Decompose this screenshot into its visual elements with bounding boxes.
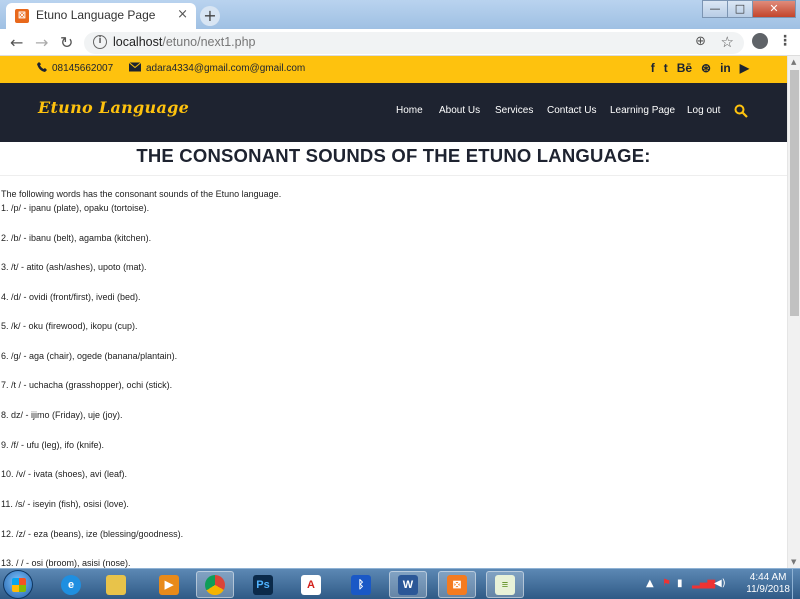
scroll-up-icon[interactable]: ▲	[791, 58, 796, 66]
list-item: 7. /t / - uchacha (grasshopper), ochi (s…	[1, 380, 173, 390]
acrobat-icon[interactable]: A	[292, 571, 330, 598]
nav-learning-page[interactable]: Learning Page	[610, 105, 675, 116]
new-tab-button[interactable]: +	[200, 6, 220, 26]
list-item: 10. /v/ - ivata (shoes), avi (leaf).	[1, 469, 128, 479]
internet-explorer-icon[interactable]: e	[52, 571, 90, 598]
main-navbar: Etuno Language Home About Us Services Co…	[0, 83, 787, 142]
power-icon[interactable]: ▮	[677, 578, 683, 589]
contact-topbar: 08145662007 adara4334@gmail.com@gmail.co…	[0, 56, 787, 83]
nav-home[interactable]: Home	[396, 105, 423, 116]
envelope-icon	[129, 62, 141, 72]
page-scrollbar[interactable]: ▲ ▼	[787, 56, 800, 568]
address-bar[interactable]: i localhost/etuno/next1.php ⊕ ☆	[84, 32, 744, 54]
scroll-down-icon[interactable]: ▼	[791, 558, 796, 566]
window-close-button[interactable]: ✕	[752, 0, 796, 18]
browser-toolbar: ← → ↻ i localhost/etuno/next1.php ⊕ ☆ ⋮	[0, 29, 800, 56]
search-icon[interactable]	[734, 104, 748, 118]
windows-logo-icon	[12, 578, 26, 592]
youtube-icon[interactable]: ▶	[740, 61, 749, 75]
list-item: 6. /g/ - aga (chair), ogede (banana/plan…	[1, 351, 178, 361]
list-item: 13. / / - osi (broom), asisi (nose).	[1, 558, 131, 568]
tray-expand-icon[interactable]: ▲	[646, 578, 654, 589]
url-host: localhost	[113, 35, 163, 49]
system-clock[interactable]: 4:44 AM 11/9/2018	[746, 572, 790, 596]
tab-close-icon[interactable]: ×	[177, 7, 188, 22]
page-viewport: 08145662007 adara4334@gmail.com@gmail.co…	[0, 56, 787, 568]
site-info-icon[interactable]: i	[93, 35, 107, 49]
dribbble-icon[interactable]: ⊛	[701, 61, 711, 75]
social-links: f t Bē ⊛ in ▶	[651, 61, 749, 75]
start-button[interactable]	[3, 570, 33, 599]
system-tray: ▲ ⚑ ▮ ▂▄▆ ◀) 4:44 AM 11/9/2018	[640, 569, 800, 599]
browser-tab-strip: ⊠ Etuno Language Page × + — □ ✕	[0, 0, 800, 29]
windows-taskbar: e ▶ Ps A ᛒ W ⊠ ≡ ▲ ⚑ ▮ ▂▄▆ ◀) 4:44 AM 11…	[0, 568, 800, 599]
list-item: 1. /p/ - ipanu (plate), opaku (tortoise)…	[1, 203, 150, 213]
media-player-icon[interactable]: ▶	[150, 571, 188, 598]
list-item: 12. /z/ - eza (beans), ize (blessing/goo…	[1, 529, 184, 539]
photoshop-icon[interactable]: Ps	[244, 571, 282, 598]
list-item: 8. dz/ - ijimo (Friday), uje (joy).	[1, 410, 123, 420]
window-controls: — □ ✕	[702, 0, 796, 18]
scrollbar-thumb[interactable]	[790, 70, 799, 316]
forward-arrow-icon[interactable]: →	[35, 33, 48, 52]
intro-text: The following words has the consonant so…	[1, 189, 282, 199]
email-address: adara4334@gmail.com@gmail.com	[146, 63, 306, 74]
bluetooth-icon[interactable]: ᛒ	[342, 571, 380, 598]
bookmark-star-icon[interactable]: ☆	[721, 33, 734, 51]
phone-contact: 08145662007	[37, 62, 113, 74]
minimize-button[interactable]: —	[702, 0, 728, 18]
account-avatar-icon[interactable]	[752, 33, 768, 49]
xampp-icon[interactable]: ⊠	[438, 571, 476, 598]
volume-icon[interactable]: ◀)	[714, 578, 726, 589]
brand-logo[interactable]: Etuno Language	[38, 98, 189, 117]
list-item: 2. /b/ - ibanu (belt), agamba (kitchen).	[1, 233, 152, 243]
phone-number: 08145662007	[52, 63, 114, 74]
show-desktop-button[interactable]	[792, 569, 800, 599]
list-item: 11. /s/ - iseyin (fish), osisi (love).	[1, 499, 129, 509]
page-title: THE CONSONANT SOUNDS OF THE ETUNO LANGUA…	[136, 145, 651, 166]
nav-contact-us[interactable]: Contact Us	[547, 105, 596, 116]
list-item: 9. /f/ - ufu (leg), ifo (knife).	[1, 440, 105, 450]
chrome-icon[interactable]	[196, 571, 234, 598]
nav-services[interactable]: Services	[495, 105, 533, 116]
url-path: /etuno/next1.php	[162, 35, 256, 49]
url-text[interactable]: localhost/etuno/next1.php	[113, 35, 255, 49]
clock-time: 4:44 AM	[749, 572, 787, 583]
file-explorer-icon[interactable]	[97, 571, 135, 598]
xampp-favicon-icon: ⊠	[15, 9, 29, 23]
divider	[0, 175, 787, 176]
network-icon[interactable]: ▂▄▆	[692, 578, 715, 589]
email-contact: adara4334@gmail.com@gmail.com	[129, 62, 305, 74]
list-item: 4. /d/ - ovidi (front/first), ivedi (bed…	[1, 292, 141, 302]
browser-tab[interactable]: ⊠ Etuno Language Page ×	[6, 3, 196, 29]
linkedin-icon[interactable]: in	[720, 61, 731, 75]
list-item: 5. /k/ - oku (firewood), ikopu (cup).	[1, 321, 138, 331]
word-icon[interactable]: W	[389, 571, 427, 598]
zoom-icon[interactable]: ⊕	[695, 34, 706, 49]
reload-icon[interactable]: ↻	[60, 33, 73, 52]
maximize-button[interactable]: □	[727, 0, 753, 18]
facebook-icon[interactable]: f	[651, 61, 655, 75]
tab-title: Etuno Language Page	[36, 8, 156, 22]
nav-about-us[interactable]: About Us	[439, 105, 480, 116]
behance-icon[interactable]: Bē	[677, 61, 692, 75]
notepad-plus-icon[interactable]: ≡	[486, 571, 524, 598]
back-arrow-icon[interactable]: ←	[10, 33, 23, 52]
action-center-icon[interactable]: ⚑	[662, 578, 671, 589]
phone-icon	[37, 62, 47, 72]
chrome-menu-icon[interactable]: ⋮	[778, 33, 792, 49]
twitter-icon[interactable]: t	[664, 61, 668, 75]
clock-date: 11/9/2018	[746, 584, 790, 595]
nav-log-out[interactable]: Log out	[687, 105, 720, 116]
list-item: 3. /t/ - atito (ash/ashes), upoto (mat).	[1, 262, 147, 272]
